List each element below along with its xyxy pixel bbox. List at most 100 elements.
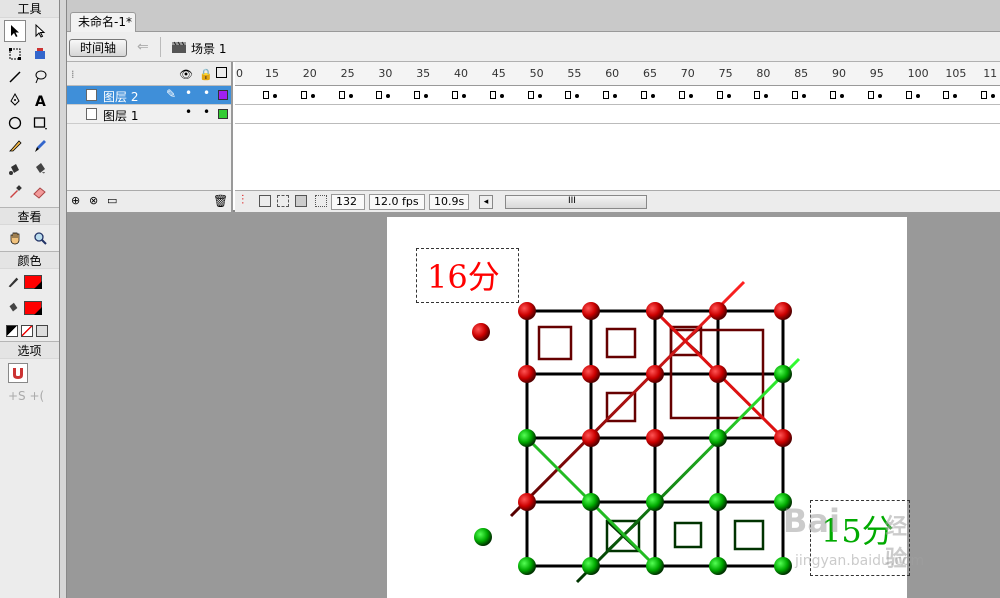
scroll-grip: III: [568, 196, 576, 206]
eraser-tool-icon[interactable]: [29, 181, 51, 203]
keyframe-marker[interactable]: [263, 91, 269, 99]
oval-tool-icon[interactable]: [4, 112, 26, 134]
document-tab[interactable]: 未命名-1*: [70, 12, 136, 33]
red-piece: [709, 302, 727, 320]
keyframe-dot: [424, 94, 429, 98]
keyframe-marker[interactable]: [754, 91, 761, 99]
eye-icon[interactable]: 👁: [179, 68, 193, 81]
scene-clapper-icon: [172, 41, 186, 53]
eyedropper-tool-icon[interactable]: [4, 181, 26, 203]
red-diagonal-line: [509, 280, 746, 518]
hand-tool-icon[interactable]: [4, 227, 26, 249]
frame-row-layer-1[interactable]: [235, 105, 1000, 124]
red-piece: [646, 429, 664, 447]
keyframe-marker[interactable]: [452, 91, 458, 99]
back-arrow-icon[interactable]: ⇐: [137, 39, 149, 55]
onion-skin-icon[interactable]: [259, 195, 271, 207]
no-color-icon[interactable]: [21, 325, 33, 337]
modify-markers-icon[interactable]: [315, 195, 327, 207]
keyframe-marker[interactable]: [943, 91, 950, 99]
fill-color-swatch[interactable]: [24, 301, 42, 315]
keyframe-marker[interactable]: [489, 91, 496, 99]
gradient-transform-tool-icon[interactable]: [29, 43, 51, 65]
scene-label[interactable]: 场景 1: [191, 40, 226, 57]
black-white-icon[interactable]: [6, 325, 18, 337]
layer-row-1[interactable]: 图层 1 • •: [67, 105, 231, 124]
visibility-dot[interactable]: •: [185, 86, 192, 100]
lock-icon[interactable]: 🔒: [199, 68, 213, 81]
timeline-toggle-button[interactable]: 时间轴: [69, 39, 127, 57]
center-frame-icon[interactable]: ⫶: [241, 193, 244, 208]
keyframe-marker[interactable]: [603, 91, 610, 99]
keyframe-marker[interactable]: [338, 91, 345, 99]
ruler-number: 40: [454, 67, 468, 80]
line-tool-icon[interactable]: [4, 66, 26, 88]
green-piece: [774, 557, 792, 575]
stroke-color-swatch[interactable]: [24, 275, 42, 289]
layer-header: ⁞ 👁 🔒: [67, 62, 231, 86]
paint-bucket-tool-icon[interactable]: [29, 158, 51, 180]
trash-icon[interactable]: 🗑: [213, 194, 228, 208]
layer-color-box[interactable]: [218, 109, 228, 119]
ruler-number: 45: [491, 67, 506, 80]
snap-magnet-icon[interactable]: [8, 363, 28, 383]
stroke-color-row: [0, 269, 59, 295]
keyframe-dot: [575, 94, 580, 98]
ruler-number: 20: [302, 67, 317, 80]
brush-tool-icon[interactable]: [29, 135, 51, 157]
lasso-tool-icon[interactable]: [29, 66, 51, 88]
visibility-dot[interactable]: •: [185, 105, 192, 119]
red-piece: [582, 365, 600, 383]
ruler-number: 0: [236, 67, 243, 80]
layer-icon: [86, 89, 97, 101]
keyframe-marker[interactable]: [792, 91, 799, 99]
subselection-tool-icon[interactable]: [29, 20, 51, 42]
rectangle-tool-icon[interactable]: [29, 112, 51, 134]
keyframe-marker[interactable]: [678, 91, 685, 99]
red-piece: [774, 429, 792, 447]
pen-tool-icon[interactable]: [4, 89, 26, 111]
frame-ruler[interactable]: 0 15 20 25 30 35 40 45 50 55 60 65 70 75 80 85 90 95 100 10…: [235, 62, 1000, 86]
keyframe-marker[interactable]: [300, 91, 307, 99]
ink-bottle-tool-icon[interactable]: [4, 158, 26, 180]
keyframe-marker[interactable]: [830, 91, 836, 99]
add-guide-icon[interactable]: ⊗: [89, 194, 98, 207]
edit-multiple-icon[interactable]: [295, 195, 307, 207]
free-transform-tool-icon[interactable]: [4, 43, 26, 65]
stroke-pencil-icon: [8, 277, 19, 288]
ruler-number: 30: [378, 67, 393, 80]
red-piece: [582, 429, 600, 447]
keyframe-marker[interactable]: [867, 91, 874, 99]
zoom-tool-icon[interactable]: [29, 227, 51, 249]
fps-field[interactable]: 12.0 fps: [369, 194, 425, 210]
keyframe-marker[interactable]: [376, 91, 383, 99]
selection-tool-icon[interactable]: [4, 20, 26, 42]
keyframe-marker[interactable]: [641, 91, 647, 99]
layer-color-box[interactable]: [218, 90, 228, 100]
timeline-horizontal-scrollbar[interactable]: III: [505, 195, 647, 209]
panel-divider[interactable]: [60, 0, 67, 598]
swap-colors-icon[interactable]: [36, 325, 48, 337]
ruler-number: 25: [340, 67, 355, 80]
ruler-number: 70: [680, 67, 695, 80]
text-tool-icon[interactable]: A: [29, 89, 51, 111]
keyframe-marker[interactable]: [527, 91, 534, 99]
outline-icon[interactable]: [216, 67, 227, 78]
keyframe-marker[interactable]: [981, 91, 988, 99]
keyframe-marker[interactable]: [905, 91, 912, 99]
onion-outline-icon[interactable]: [277, 195, 289, 207]
keyframe-marker[interactable]: [565, 91, 572, 99]
layer-row-2[interactable]: 图层 2 ✎ • •: [67, 86, 231, 105]
stage[interactable]: 16分 15分 Bai 经验 jingyan.baidu.com: [387, 217, 924, 598]
watermark-url: jingyan.baidu.com: [795, 553, 925, 569]
frame-row-layer-2[interactable]: [235, 86, 1000, 105]
keyframe-marker[interactable]: [414, 91, 421, 99]
lock-dot[interactable]: •: [203, 105, 210, 119]
keyframe-marker[interactable]: [716, 91, 723, 99]
insert-layer-icon[interactable]: ⊕: [71, 194, 80, 207]
grip-icon: ⁞: [71, 68, 75, 81]
scroll-left-icon[interactable]: ◂: [479, 195, 493, 209]
lock-dot[interactable]: •: [203, 86, 210, 100]
insert-folder-icon[interactable]: ▭: [107, 194, 117, 207]
pencil-tool-icon[interactable]: [4, 135, 26, 157]
